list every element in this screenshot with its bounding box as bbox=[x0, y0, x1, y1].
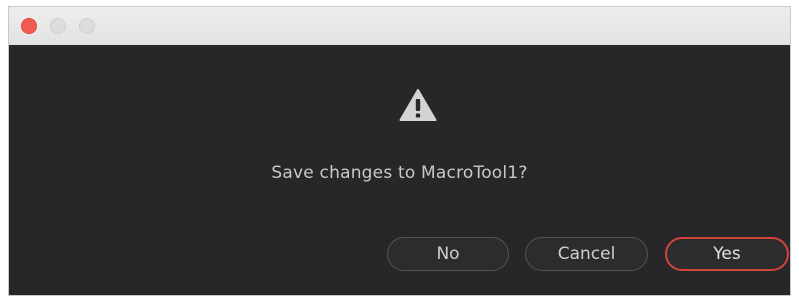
close-window-button[interactable] bbox=[21, 18, 37, 34]
minimize-window-button[interactable] bbox=[50, 18, 66, 34]
warning-icon bbox=[399, 89, 437, 121]
dialog-window: Save changes to MacroTool1? No Cancel Ye… bbox=[8, 6, 791, 296]
yes-button[interactable]: Yes bbox=[665, 237, 789, 271]
dialog-body: Save changes to MacroTool1? No Cancel Ye… bbox=[9, 45, 790, 295]
title-bar bbox=[9, 7, 790, 46]
no-button[interactable]: No bbox=[387, 237, 509, 271]
zoom-window-button[interactable] bbox=[79, 18, 95, 34]
cancel-button[interactable]: Cancel bbox=[525, 237, 648, 271]
dialog-message: Save changes to MacroTool1? bbox=[271, 163, 528, 183]
